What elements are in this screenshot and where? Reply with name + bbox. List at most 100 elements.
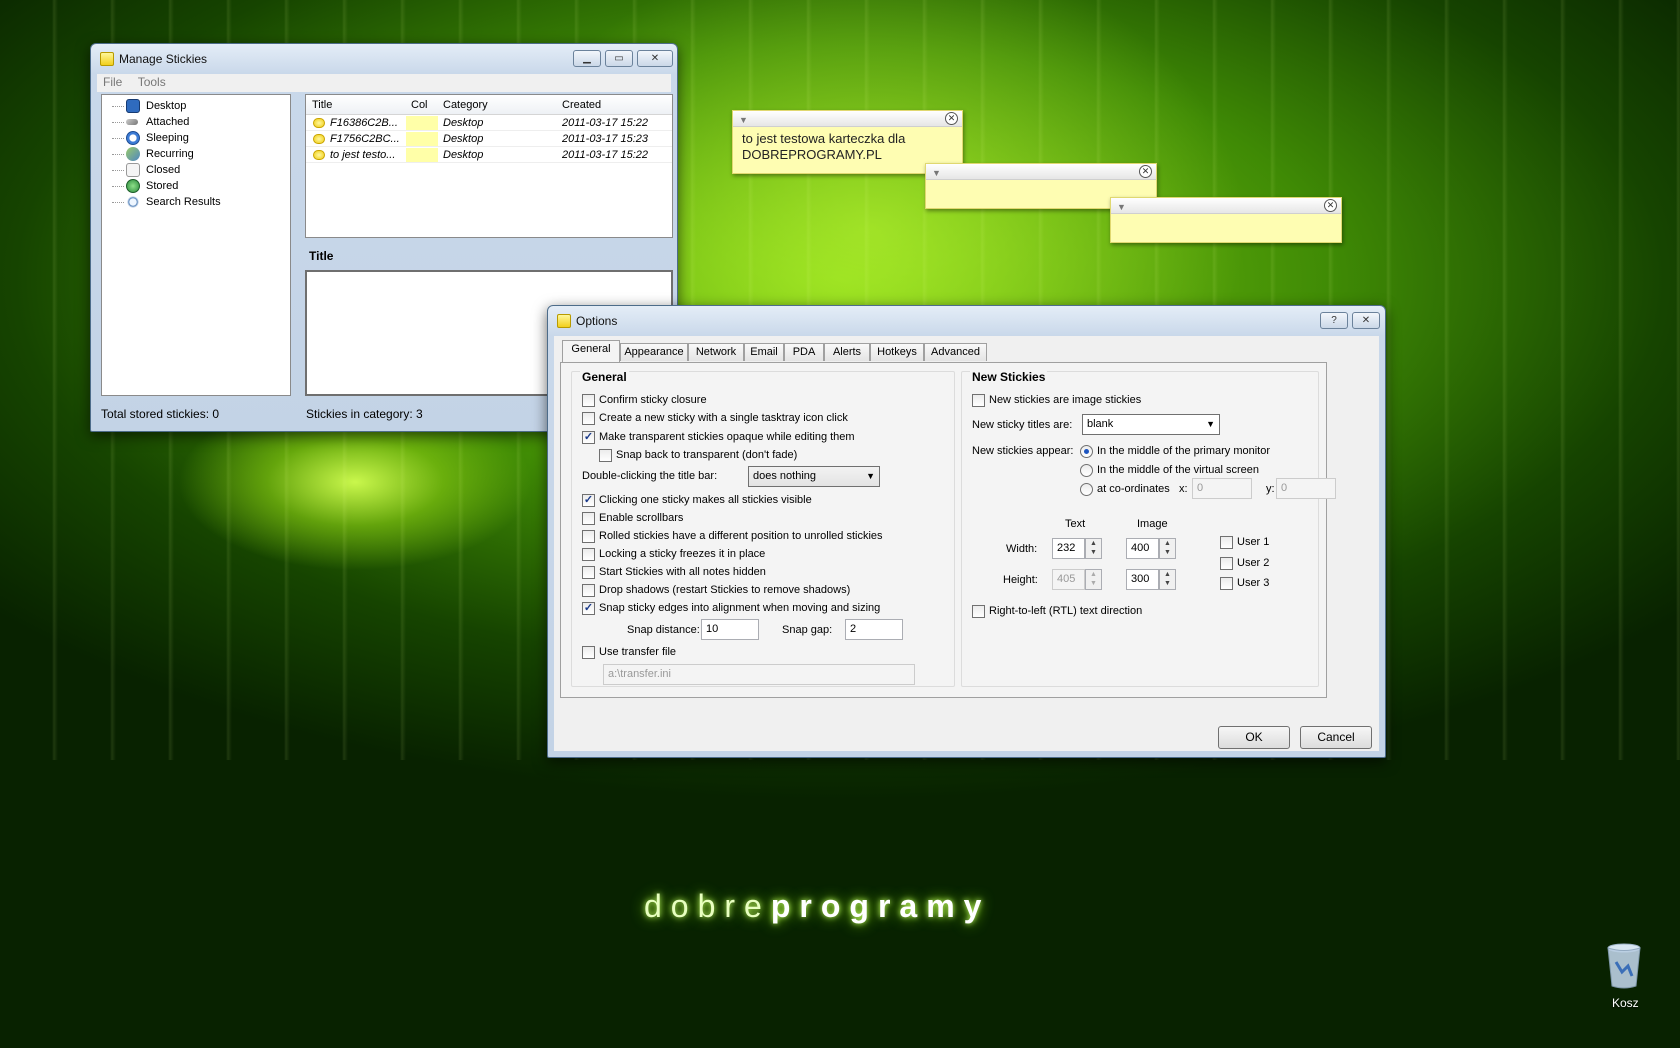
tree-item-recurring[interactable]: Recurring <box>102 146 290 162</box>
height-label: Height: <box>1003 574 1038 586</box>
tab-alerts[interactable]: Alerts <box>824 343 870 361</box>
list-item[interactable]: F16386C2B... Desktop 2011-03-17 15:22 <box>306 115 672 131</box>
tree-item-desktop[interactable]: Desktop <box>102 98 290 114</box>
recycle-bin-icon[interactable] <box>1604 942 1644 990</box>
single-click-new-checkbox[interactable]: Create a new sticky with a single tasktr… <box>582 412 848 426</box>
start-hidden-checkbox[interactable]: Start Stickies with all notes hidden <box>582 566 766 580</box>
image-width-spinner[interactable]: ▲ ▼ <box>1159 538 1176 559</box>
snap-back-checkbox[interactable]: Snap back to transparent (don't fade) <box>599 449 797 463</box>
y-coordinate-input[interactable]: 0 <box>1276 478 1336 499</box>
color-swatch <box>406 132 438 146</box>
general-tab-page: General Confirm sticky closure Create a … <box>560 362 1336 698</box>
help-button[interactable]: ? <box>1320 312 1348 329</box>
snap-distance-input[interactable]: 10 <box>701 619 759 640</box>
image-width-input[interactable]: 400 <box>1126 538 1159 559</box>
close-button[interactable]: ✕ <box>1352 312 1380 329</box>
new-stickies-group: New Stickies New stickies are image stic… <box>961 370 1336 687</box>
cancel-button[interactable]: Cancel <box>1300 726 1372 749</box>
titles-select[interactable]: blank ▼ <box>1082 414 1220 435</box>
dropdown-arrow-icon[interactable]: ▼ <box>932 168 941 178</box>
tree-item-attached[interactable]: Attached <box>102 114 290 130</box>
x-coordinate-input[interactable]: 0 <box>1192 478 1252 499</box>
column-created[interactable]: Created <box>562 99 601 111</box>
column-category[interactable]: Category <box>443 99 488 111</box>
image-height-input[interactable]: 300 <box>1126 569 1159 590</box>
dropdown-arrow-icon[interactable]: ▼ <box>1117 202 1126 212</box>
rolled-position-checkbox[interactable]: Rolled stickies have a different positio… <box>582 530 883 544</box>
x-coordinate-label: x: <box>1179 483 1188 495</box>
sticky-text[interactable]: to jest testowa karteczka dla DOBREPROGR… <box>733 127 962 167</box>
user3-checkbox[interactable]: User 3 <box>1220 577 1269 591</box>
column-col[interactable]: Col <box>411 99 428 111</box>
use-transfer-file-checkbox[interactable]: Use transfer file <box>582 646 676 660</box>
text-height-input[interactable]: 405 <box>1052 569 1085 590</box>
dialog-title: Options <box>576 314 618 328</box>
clicking-one-checkbox[interactable]: ✓ Clicking one sticky makes all stickies … <box>582 494 812 508</box>
wallpaper-logo: dobreprogramy <box>644 888 991 924</box>
close-button[interactable]: ✕ <box>637 50 673 67</box>
text-height-spinner[interactable]: ▲ ▼ <box>1085 569 1102 590</box>
tab-general[interactable]: General <box>562 340 620 362</box>
sticky-note[interactable]: ▼ ✕ <box>1110 197 1342 243</box>
sticky-text[interactable] <box>1111 214 1341 222</box>
sticky-text[interactable] <box>926 180 1156 188</box>
recurring-icon <box>126 147 140 161</box>
ok-button[interactable]: OK <box>1218 726 1290 749</box>
tree-item-closed[interactable]: Closed <box>102 162 290 178</box>
user1-checkbox[interactable]: User 1 <box>1220 536 1269 550</box>
image-stickies-checkbox[interactable]: New stickies are image stickies <box>972 394 1141 408</box>
options-titlebar[interactable]: Options ? ✕ <box>548 306 1385 336</box>
locking-freezes-checkbox[interactable]: Locking a sticky freezes it in place <box>582 548 765 562</box>
menu-file[interactable]: File <box>97 74 128 90</box>
sticky-titlebar[interactable]: ▼ ✕ <box>1111 198 1341 214</box>
column-title[interactable]: Title <box>312 99 332 111</box>
tab-network[interactable]: Network <box>688 343 744 361</box>
minimize-button[interactable]: ▁ <box>573 50 601 67</box>
recycle-bin-label: Kosz <box>1612 996 1639 1010</box>
alarm-clock-icon <box>126 131 140 145</box>
tab-hotkeys[interactable]: Hotkeys <box>870 343 924 361</box>
dropdown-arrow-icon[interactable]: ▼ <box>739 115 748 125</box>
close-icon[interactable]: ✕ <box>1324 199 1337 212</box>
general-group: General Confirm sticky closure Create a … <box>571 370 955 687</box>
appear-virtual-radio[interactable]: In the middle of the virtual screen <box>1080 464 1259 478</box>
user2-checkbox[interactable]: User 2 <box>1220 557 1269 571</box>
tab-email[interactable]: Email <box>744 343 784 361</box>
text-width-spinner[interactable]: ▲ ▼ <box>1085 538 1102 559</box>
globe-icon <box>126 179 140 193</box>
transfer-file-input[interactable]: a:\transfer.ini <box>603 664 915 685</box>
tab-pda[interactable]: PDA <box>784 343 824 361</box>
tree-item-stored[interactable]: Stored <box>102 178 290 194</box>
double-click-select[interactable]: does nothing ▼ <box>748 466 880 487</box>
text-width-input[interactable]: 232 <box>1052 538 1085 559</box>
tree-item-search-results[interactable]: Search Results <box>102 194 290 210</box>
snap-edges-checkbox[interactable]: ✓ Snap sticky edges into alignment when m… <box>582 602 880 616</box>
image-height-spinner[interactable]: ▲ ▼ <box>1159 569 1176 590</box>
confirm-closure-checkbox[interactable]: Confirm sticky closure <box>582 394 707 408</box>
rtl-checkbox[interactable]: Right-to-left (RTL) text direction <box>972 605 1142 619</box>
maximize-button[interactable]: ▭ <box>605 50 633 67</box>
list-item[interactable]: F1756C2BC... Desktop 2011-03-17 15:23 <box>306 131 672 147</box>
general-heading: General <box>580 370 629 384</box>
sticky-note-icon <box>313 118 325 128</box>
manage-stickies-titlebar[interactable]: Manage Stickies ▁ ▭ ✕ <box>91 44 677 74</box>
tree-item-sleeping[interactable]: Sleeping <box>102 130 290 146</box>
transparent-opaque-checkbox[interactable]: ✓ Make transparent stickies opaque while … <box>582 431 855 445</box>
status-in-category: Stickies in category: 3 <box>306 407 423 421</box>
sticky-titlebar[interactable]: ▼ ✕ <box>733 111 962 127</box>
sticky-titlebar[interactable]: ▼ ✕ <box>926 164 1156 180</box>
appear-coords-radio[interactable]: at co-ordinates <box>1080 483 1170 497</box>
tab-advanced[interactable]: Advanced <box>924 343 987 361</box>
chevron-down-icon: ▼ <box>866 471 875 481</box>
close-icon[interactable]: ✕ <box>1139 165 1152 178</box>
detail-title-label: Title <box>309 249 334 263</box>
snap-gap-input[interactable]: 2 <box>845 619 903 640</box>
image-column-header: Image <box>1137 518 1168 530</box>
tab-appearance[interactable]: Appearance <box>620 343 688 361</box>
drop-shadows-checkbox[interactable]: Drop shadows (restart Stickies to remove… <box>582 584 850 598</box>
menu-tools[interactable]: Tools <box>132 74 172 90</box>
enable-scrollbars-checkbox[interactable]: Enable scrollbars <box>582 512 683 526</box>
list-item[interactable]: to jest testo... Desktop 2011-03-17 15:2… <box>306 147 672 163</box>
appear-primary-radio[interactable]: In the middle of the primary monitor <box>1080 445 1270 459</box>
close-icon[interactable]: ✕ <box>945 112 958 125</box>
